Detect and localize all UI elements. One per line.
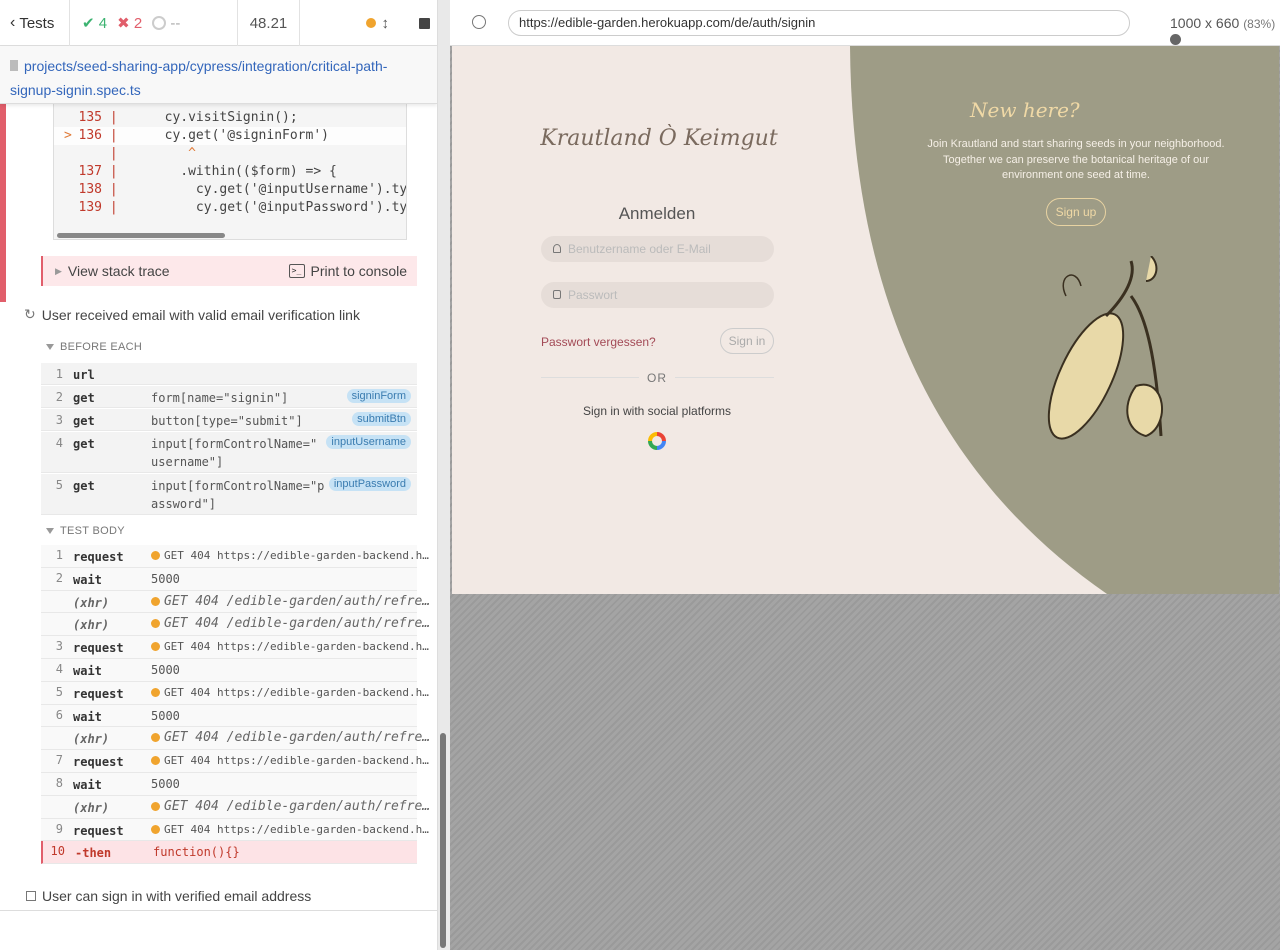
username-input[interactable]: Benutzername oder E-Mail <box>541 236 774 262</box>
duration: 48.21 <box>238 0 300 46</box>
reporter-scrollbar[interactable] <box>440 733 446 948</box>
code-line-highlighted: >136 | cy.get('@signinForm') <box>54 127 406 145</box>
pending-dot-icon <box>151 596 160 606</box>
spinner-icon <box>152 15 167 30</box>
command-row[interactable]: 4 get input[formControlName=" username"] in… <box>41 432 417 473</box>
view-stack-trace-button[interactable]: View stack trace <box>68 263 170 279</box>
pending-dot-icon <box>151 733 160 743</box>
reporter-header: ‹ Tests ✔ 4 ✖ 2 -- 48.21 ↕ <box>0 0 437 46</box>
password-input[interactable]: Passwort <box>541 282 774 308</box>
or-label: OR <box>639 371 675 385</box>
chevron-right-icon: ▶ <box>55 265 62 276</box>
auto-scroll-toggle-icon[interactable]: ↕ <box>382 15 390 32</box>
code-line: 135 | cy.visitSignin(); <box>78 110 298 125</box>
alias-badge: inputPassword <box>328 477 411 491</box>
selector-playground-icon[interactable] <box>472 15 486 29</box>
pending-dot-icon <box>151 756 160 766</box>
test-stats: ✔ 4 ✖ 2 -- <box>70 0 238 46</box>
stop-button[interactable] <box>419 17 430 29</box>
test-title[interactable]: ↻ User received email with valid email v… <box>24 306 360 323</box>
command-row[interactable]: 1 request GET 404 https://edible-garden-ba… <box>41 545 429 568</box>
command-row[interactable]: 3 request GET 404 https://edible-garden-ba… <box>41 636 429 659</box>
command-row[interactable]: 6 wait 5000 <box>41 704 417 728</box>
spec-path-link[interactable]: projects/seed-sharing-app/cypress/integr… <box>0 46 437 104</box>
alias-badge: submitBtn <box>352 412 411 426</box>
running-indicator-icon <box>365 18 376 28</box>
url-bar[interactable]: https://edible-garden.herokuapp.com/de/a… <box>508 10 1130 36</box>
divider <box>0 910 437 911</box>
pending-dot-icon <box>151 801 160 811</box>
code-caret: | ^ <box>109 146 196 161</box>
logo: Krautland Ò Keimgut <box>540 126 778 151</box>
checkbox-icon <box>26 891 36 901</box>
user-icon <box>553 244 561 253</box>
error-block: 135 | cy.visitSignin(); >136 | cy.get('@… <box>0 104 437 304</box>
info-icon <box>1170 34 1181 45</box>
command-row[interactable]: 2 wait 5000 <box>41 567 417 591</box>
viewport-info: 1000 x 660 (83%) <box>1170 15 1280 47</box>
command-row[interactable]: (xhr) GET 404 /edible-garden/auth/refre… <box>41 613 430 637</box>
tests-label: Tests <box>19 14 55 32</box>
alias-badge: signinForm <box>346 389 411 403</box>
pending-dot-icon <box>151 687 160 697</box>
before-each-header[interactable]: BEFORE EACH <box>46 341 142 353</box>
chevron-left-icon: ‹ <box>10 14 16 31</box>
error-indicator <box>0 104 6 302</box>
aut-header: https://edible-garden.herokuapp.com/de/a… <box>450 0 1280 46</box>
aut-iframe: Krautland Ò Keimgut Anmelden Benutzernam… <box>452 46 1279 594</box>
pending-dot-icon <box>151 642 160 652</box>
run-controls: ↕ <box>300 0 437 46</box>
code-frame: 135 | cy.visitSignin(); >136 | cy.get('@… <box>53 104 407 240</box>
command-row[interactable]: (xhr) GET 404 /edible-garden/auth/refre… <box>41 795 430 819</box>
sign-in-button[interactable]: Sign in <box>720 328 774 354</box>
command-row[interactable]: 9 request GET 404 https://edible-garden-ba… <box>41 818 429 842</box>
failed-command-row[interactable]: 10 -then function(){} <box>41 841 417 865</box>
command-row[interactable]: 5 get input[formControlName="p assword"] in… <box>41 474 417 515</box>
command-row[interactable]: (xhr) GET 404 /edible-garden/auth/refre… <box>41 590 430 614</box>
join-text: Join Krautland and start sharing seeds i… <box>927 138 1225 181</box>
code-scrollbar[interactable] <box>57 233 225 238</box>
forgot-password-link[interactable]: Passwort vergessen? <box>541 335 656 349</box>
test-title[interactable]: User can sign in with verified email add… <box>26 888 311 904</box>
google-icon[interactable] <box>648 432 666 450</box>
code-line: 137 | .within(($form) => { <box>78 164 337 179</box>
social-label: Sign in with social platforms <box>582 404 732 418</box>
print-to-console-button[interactable]: >_ Print to console <box>288 263 407 279</box>
lock-icon <box>553 290 561 299</box>
alias-badge: inputUsername <box>326 435 411 449</box>
pending-dot-icon <box>151 619 160 629</box>
command-row[interactable]: 3 get button[type="submit"] submitBtn <box>41 409 417 431</box>
pending-dot-icon <box>151 551 160 560</box>
command-row[interactable]: 7 request GET 404 https://edible-garden-ba… <box>41 750 429 773</box>
command-row[interactable]: 8 wait 5000 <box>41 773 417 796</box>
test-body-header[interactable]: TEST BODY <box>46 525 125 537</box>
command-log: ‹ Tests ✔ 4 ✖ 2 -- 48.21 ↕ projects/seed… <box>0 0 437 950</box>
caret-down-icon <box>46 344 54 350</box>
terminal-icon: >_ <box>288 264 305 278</box>
failed-count: ✖ 2 <box>117 15 143 32</box>
page-title: Anmelden <box>618 204 696 223</box>
command-row[interactable]: 5 request GET 404 https://edible-garden-ba… <box>41 681 429 705</box>
file-icon <box>10 60 18 71</box>
tests-back-button[interactable]: ‹ Tests <box>0 0 70 46</box>
sign-up-button[interactable]: Sign up <box>1046 198 1106 226</box>
command-row[interactable]: 2 get form[name="signin"] signinForm <box>41 386 417 408</box>
new-here-heading: New here? <box>970 98 1080 122</box>
pending-count: -- <box>152 15 180 32</box>
caret-down-icon <box>46 528 54 534</box>
cucumber-illustration-icon <box>1047 256 1163 440</box>
command-row[interactable]: (xhr) GET 404 /edible-garden/auth/refre… <box>41 727 430 751</box>
command-row[interactable]: 4 wait 5000 <box>41 659 417 682</box>
pending-dot-icon <box>151 824 160 834</box>
stack-trace-row: ▶ View stack trace >_ Print to console <box>41 256 417 286</box>
passed-count: ✔ 4 <box>82 15 108 32</box>
command-row[interactable]: 1 url <box>41 363 417 385</box>
refresh-icon: ↻ <box>24 306 36 322</box>
code-line: 139 | cy.get('@inputPassword').type <box>78 200 407 215</box>
code-line: 138 | cy.get('@inputUsername').type <box>78 182 407 197</box>
